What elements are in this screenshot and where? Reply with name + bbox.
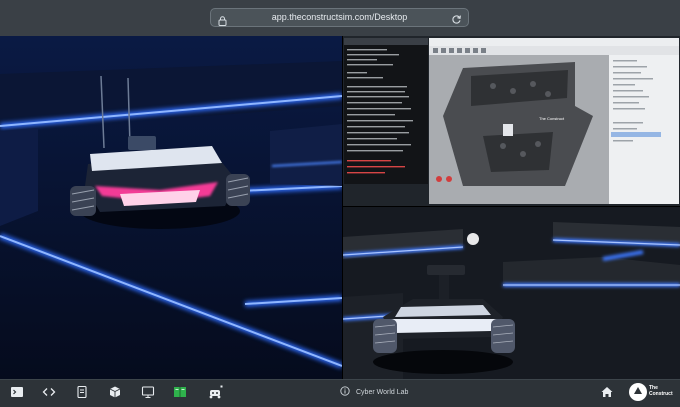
workspace-status: Cyber World Lab: [340, 385, 408, 399]
code-icon[interactable]: [42, 385, 56, 399]
simulation-screen: The Construct: [343, 36, 680, 206]
brand-logo-mark: [629, 383, 647, 401]
address-bar[interactable]: app.theconstructsim.com/Desktop: [210, 8, 469, 27]
robot-icon[interactable]: [207, 385, 223, 399]
sim-screen-render: The Construct: [343, 36, 680, 206]
monitor-icon[interactable]: [141, 385, 155, 399]
home-icon[interactable]: [600, 385, 614, 399]
cube-icon[interactable]: [108, 385, 122, 399]
book-icon[interactable]: [173, 385, 187, 399]
notebook-icon[interactable]: [75, 385, 89, 399]
info-icon[interactable]: [340, 383, 350, 401]
url-text[interactable]: app.theconstructsim.com/Desktop: [211, 12, 468, 22]
robot-photo-right: [343, 207, 680, 379]
robot-photo-left: [0, 36, 342, 379]
workspace-name: Cyber World Lab: [356, 388, 409, 396]
brand-line-2: Construct: [649, 391, 673, 397]
desktop-taskbar: Cyber World Lab The Construct: [0, 379, 680, 403]
scene-brand-logo: The Construct: [539, 116, 565, 121]
robot-scene-left: [0, 36, 342, 379]
terminal-icon[interactable]: [10, 385, 24, 399]
robot-scene-right: [343, 207, 680, 379]
desktop-stage[interactable]: The Construct: [0, 36, 680, 379]
brand-logo: The Construct: [628, 382, 674, 402]
reload-icon[interactable]: [451, 12, 462, 30]
browser-toolbar: app.theconstructsim.com/Desktop: [0, 0, 680, 36]
